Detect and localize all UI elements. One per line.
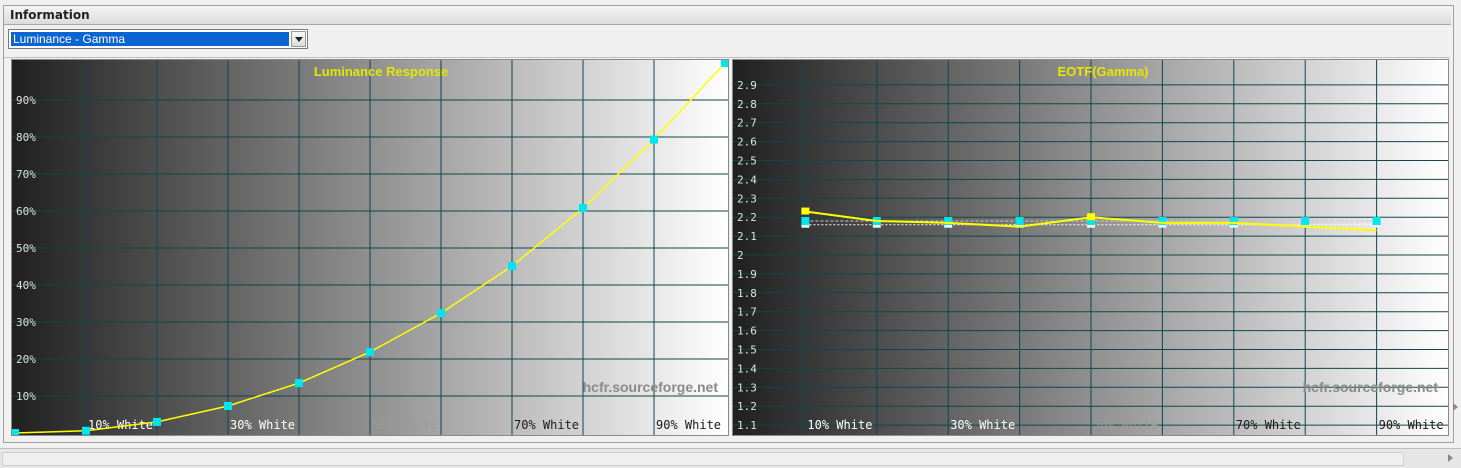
y-tick-label: 80% [16,131,36,144]
eotf-gamma-chart: 1.1 1.2 1.3 1.4 1.5 1.6 1.7 1.8 1.9 2 2.1 2.2 2.3 2.4… [732,59,1449,436]
y-tick-label: 1.2 [737,400,757,413]
information-header: Information [4,6,1451,25]
scroll-right-icon[interactable] [1453,403,1458,411]
scrollbar-thumb[interactable] [2,452,1404,466]
y-tick-label: 50% [16,242,36,255]
measured-gamma-marker [1087,213,1095,221]
luminance-response-svg: 10%20%30%40%50%60%70%80%90%10% White 30% … [12,60,728,435]
y-tick-label: 2.2 [737,211,757,224]
measured-gamma-marker [801,207,810,215]
horizontal-scrollbar[interactable] [0,448,1461,468]
data-point-marker [153,417,161,426]
y-tick-label: 2.5 [737,155,757,168]
y-tick-label: 2.4 [737,173,757,186]
y-tick-label: 2.9 [737,79,757,92]
luminance-response-chart: 10% 20% 30% 40% 50% 60% 70% 80% 90% 10% White 30% … [11,59,729,436]
data-point-marker [437,309,445,318]
y-tick-label: 1.5 [737,344,757,357]
y-tick-label: 1.9 [737,268,757,281]
y-tick-label: 1.1 [737,419,757,432]
information-title: Information [10,8,90,22]
data-point-marker [82,426,90,435]
dropdown-button[interactable] [291,31,306,47]
data-point-marker [295,379,303,388]
data-point-marker [721,60,728,67]
y-tick-label: 1.6 [737,325,757,338]
y-tick-label: 2.1 [737,230,757,243]
app-window: Information Luminance - Gamma 10% 20% 30% 4… [0,0,1461,468]
y-tick-label: 60% [16,205,36,218]
y-tick-label: 1.8 [737,287,757,300]
target-gamma-marker [1301,216,1310,225]
data-point-marker [366,347,374,356]
y-tick-label: 1.7 [737,306,757,319]
y-tick-label: 70% [16,168,36,181]
y-tick-label: 2 [737,249,744,262]
y-tick-label: 10% [16,390,36,403]
chart-title: EOTF(Gamma) [1057,64,1148,79]
y-tick-label: 2.7 [737,117,757,130]
y-tick-label: 2.8 [737,98,757,111]
x-tick-label: 70% White [1236,418,1301,432]
y-tick-label: 2.6 [737,136,757,149]
x-tick-label: 90% White [1379,418,1444,432]
y-tick-label: 90% [16,94,36,107]
scroll-right-arrow-icon[interactable] [1448,454,1453,462]
data-point-marker [650,135,658,144]
y-tick-label: 1.4 [737,362,757,375]
target-gamma-marker [1372,216,1381,225]
data-point-marker [12,429,19,435]
x-tick-label: 10% White [807,418,872,432]
data-point-marker [508,262,516,271]
target-gamma-marker [1015,216,1024,225]
x-tick-label: 70% White [514,418,579,432]
y-tick-label: 20% [16,353,36,366]
data-point-marker [224,401,232,410]
x-tick-label: 50% White [372,418,437,432]
x-tick-label: 50% White [1093,418,1158,432]
y-tick-label: 40% [16,279,36,292]
x-tick-label: 30% White [230,418,295,432]
y-tick-label: 2.3 [737,192,757,205]
eotf-gamma-svg: 1.1 1.2 1.3 1.4 1.5 1.6 1.7 1.8 1.9 2 2.1 2.2 2.3 2.4… [733,60,1448,435]
watermark-text: hcfr.sourceforge.net [583,379,719,395]
x-tick-label: 90% White [656,418,721,432]
chevron-down-icon [294,36,303,42]
x-tick-label: 30% White [950,418,1015,432]
y-tick-label: 30% [16,316,36,329]
target-gamma-marker [801,216,810,225]
data-point-marker [579,204,587,213]
view-select-value: Luminance - Gamma [11,32,289,46]
view-select-dropdown[interactable]: Luminance - Gamma [8,29,308,49]
chart-title: Luminance Response [314,64,448,79]
y-tick-label: 1.3 [737,381,757,394]
watermark-text: hcfr.sourceforge.net [1303,379,1439,395]
